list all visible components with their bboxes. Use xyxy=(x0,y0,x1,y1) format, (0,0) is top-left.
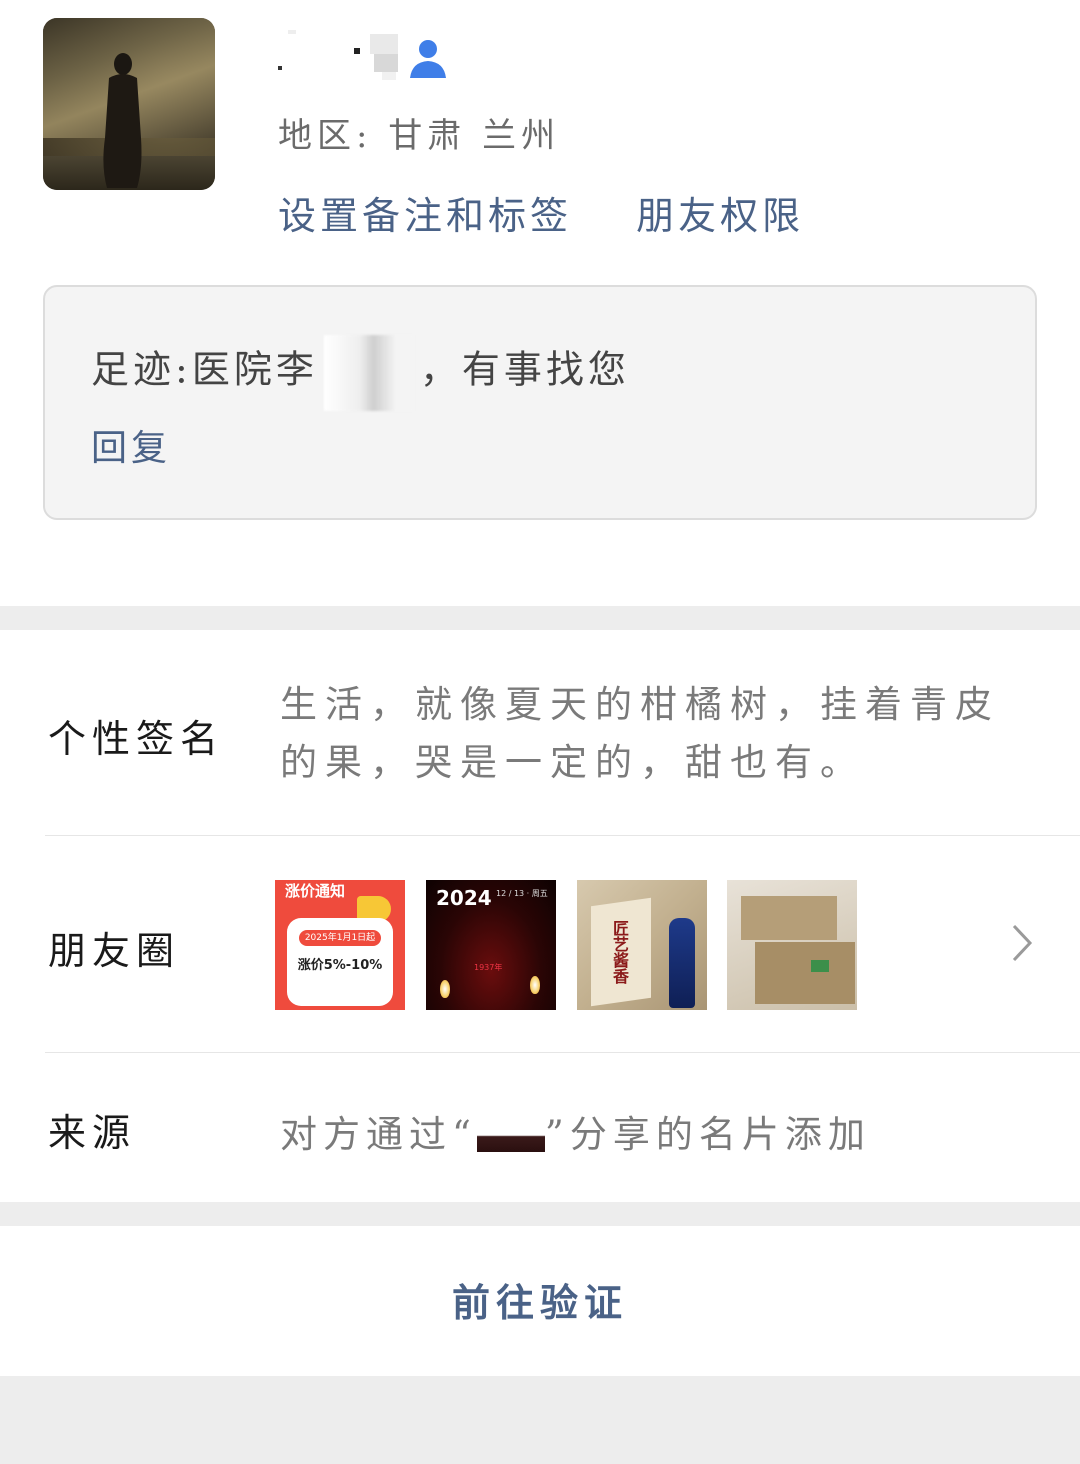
reply-link[interactable]: 回复 xyxy=(91,419,171,471)
region-info: 地区: 甘肃 兰州 xyxy=(278,116,561,156)
bottle-image xyxy=(669,918,695,1008)
source-label: 来源 xyxy=(48,1111,137,1155)
section-gap xyxy=(0,1202,1080,1226)
thumb-year: 2024 xyxy=(436,886,492,910)
footprint-prefix: 足迹: xyxy=(91,347,192,392)
footprint-text: 足迹:医院李 ，有事找您 xyxy=(91,335,630,411)
moments-thumb-4[interactable] xyxy=(727,880,857,1010)
thumb-red-text: 1937年 xyxy=(474,963,503,972)
bottom-area xyxy=(0,1376,1080,1464)
divider xyxy=(45,835,1080,836)
thumb-label: 匠艺酱香 xyxy=(610,920,629,984)
thumb-title: 涨价通知 xyxy=(285,882,346,900)
signature-text: 生活，就像夏天的柑橘树，挂着青皮的果，哭是一定的，甜也有。 xyxy=(280,683,1000,784)
avatar[interactable] xyxy=(43,18,215,190)
profile-links: 设置备注和标签 朋友权限 xyxy=(278,185,852,240)
user-icon xyxy=(410,40,446,78)
details-section: 个性签名 生活，就像夏天的柑橘树，挂着青皮的果，哭是一定的，甜也有。 朋友圈 涨… xyxy=(0,630,1080,1202)
remark-tag-link[interactable]: 设置备注和标签 xyxy=(278,194,572,238)
thumb-date: 12 / 13 · 周五 xyxy=(496,889,548,898)
thumb-badge: 2025年1月1日起 xyxy=(299,930,381,946)
footprint-text-before: 医院李 xyxy=(191,347,318,392)
blurred-sharer xyxy=(476,1123,545,1152)
verify-label: 前往验证 xyxy=(451,1280,628,1325)
chevron-right-icon xyxy=(1012,924,1033,962)
nickname-mosaic xyxy=(278,28,408,80)
moments-thumb-3[interactable]: 匠艺酱香 xyxy=(577,880,707,1010)
verify-button[interactable]: 前往验证 xyxy=(0,1226,1080,1376)
signature-label: 个性签名 xyxy=(48,717,225,761)
thumb-big-text: 涨价5%-10% xyxy=(297,958,383,973)
blurred-name xyxy=(323,335,414,411)
avatar-figure xyxy=(103,53,142,188)
footprint-card: 足迹:医院李 ，有事找您 回复 xyxy=(43,285,1037,520)
candle-icon xyxy=(440,980,450,998)
divider xyxy=(45,1052,1080,1053)
friend-permissions-link[interactable]: 朋友权限 xyxy=(636,194,804,238)
region-value: 甘肃 兰州 xyxy=(388,116,561,156)
moments-label: 朋友圈 xyxy=(48,929,181,973)
source-text-after: ”分享的名片添加 xyxy=(544,1113,871,1156)
moments-thumb-2[interactable]: 2024 12 / 13 · 周五 1937年 xyxy=(426,880,556,1010)
profile-header: 地区: 甘肃 兰州 设置备注和标签 朋友权限 足迹:医院李 ，有事找您 回复 xyxy=(0,0,1080,606)
section-gap xyxy=(0,606,1080,630)
source-text: 对方通过“ ”分享的名片添加 xyxy=(280,1104,871,1158)
region-label: 地区 xyxy=(278,116,356,156)
moments-thumb-1[interactable]: 涨价通知 2025年1月1日起 涨价5%-10% xyxy=(275,880,405,1010)
candle-icon xyxy=(530,976,540,994)
footprint-text-after: ，有事找您 xyxy=(419,347,630,392)
source-text-before: 对方通过“ xyxy=(280,1113,477,1156)
